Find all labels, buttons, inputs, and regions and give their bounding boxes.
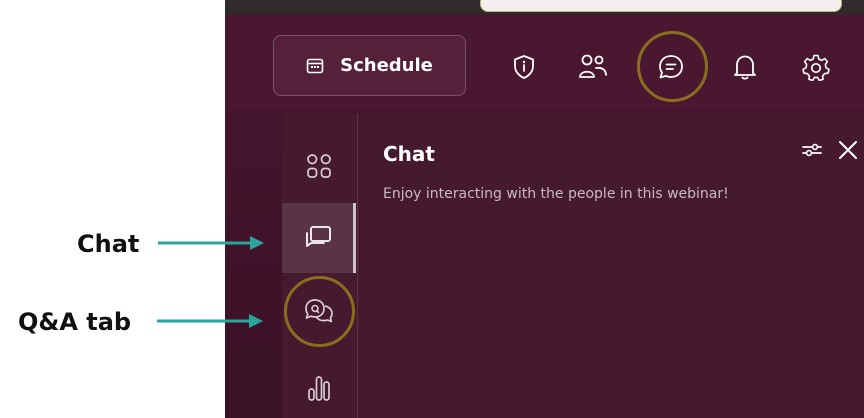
calendar-icon xyxy=(306,58,324,73)
top-toolbar: Schedule xyxy=(225,14,864,110)
annotation-chat-label: Chat xyxy=(77,230,140,258)
annotation-qa-label: Q&A tab xyxy=(18,308,132,336)
webinar-app: Schedule Chat Enjoy interacting with the… xyxy=(225,0,864,418)
browser-strip xyxy=(225,0,864,14)
people-icon[interactable] xyxy=(578,52,608,82)
panel-side-rail xyxy=(282,113,358,418)
apps-icon xyxy=(307,154,331,178)
chat-panel: Chat Enjoy interacting with the people i… xyxy=(282,113,864,418)
close-icon xyxy=(839,141,857,159)
rail-apps-button[interactable] xyxy=(282,131,356,201)
schedule-button[interactable]: Schedule xyxy=(273,35,466,96)
chat-highlight-circle xyxy=(637,31,708,102)
bell-icon[interactable] xyxy=(730,52,760,82)
close-panel-button[interactable] xyxy=(835,137,861,163)
annotation-chat-arrow xyxy=(158,236,264,250)
info-shield-icon[interactable] xyxy=(509,52,539,82)
browser-address-pill xyxy=(480,0,842,12)
annotation-qa-arrow xyxy=(157,314,263,328)
panel-subtitle: Enjoy interacting with the people in thi… xyxy=(383,186,729,202)
chat-rail-icon xyxy=(305,226,331,247)
polls-icon xyxy=(308,376,330,401)
schedule-label: Schedule xyxy=(340,55,433,76)
rail-polls-tab[interactable] xyxy=(282,353,356,418)
gear-icon[interactable] xyxy=(801,52,831,82)
rail-chat-tab[interactable] xyxy=(282,203,356,273)
chat-settings-button[interactable] xyxy=(799,137,825,163)
qa-highlight-circle xyxy=(284,276,355,347)
panel-title: Chat xyxy=(383,142,435,166)
sliders-icon xyxy=(802,143,822,157)
